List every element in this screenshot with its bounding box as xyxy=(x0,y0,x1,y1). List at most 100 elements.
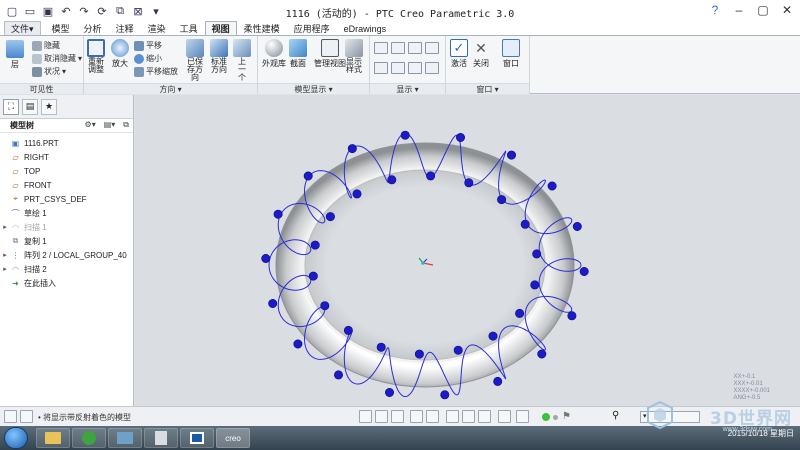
datum-point-marker[interactable] xyxy=(308,271,318,281)
tree-node[interactable]: ▱ FRONT xyxy=(0,178,133,192)
expand-arrow-icon[interactable]: ▸ xyxy=(0,251,10,259)
datum-point-marker[interactable] xyxy=(426,171,436,181)
windows-button[interactable]: 窗口 xyxy=(502,39,520,69)
datum-point-marker[interactable] xyxy=(293,339,303,349)
datum-point-marker[interactable] xyxy=(493,376,503,386)
datum-point-marker[interactable] xyxy=(497,195,507,205)
tree-node[interactable]: ⌒ 草绘 1 xyxy=(0,206,133,220)
zoom-out-small-icon[interactable] xyxy=(391,410,404,423)
datum-point-marker[interactable] xyxy=(515,308,525,318)
group-label-model-display[interactable]: 模型显示 ▾ xyxy=(258,83,369,94)
ribbon-tab[interactable]: 分析 xyxy=(77,21,109,35)
datum-point-marker[interactable] xyxy=(320,301,330,311)
zoom-fit-icon[interactable] xyxy=(359,410,372,423)
layers-button[interactable]: 层 xyxy=(6,40,24,70)
model-viewport[interactable] xyxy=(135,95,800,406)
unhide-button[interactable]: 取消隐藏 ▾ xyxy=(32,53,82,64)
datum-point-marker[interactable] xyxy=(343,325,353,335)
datum-point-marker[interactable] xyxy=(464,178,474,188)
taskbar-creo-icon[interactable]: creo xyxy=(216,428,250,448)
tree-node[interactable]: ▣ 1116.PRT xyxy=(0,136,133,150)
group-label-show[interactable]: 显示 ▾ xyxy=(370,83,445,94)
datum-point-marker[interactable] xyxy=(273,209,283,219)
tree-node[interactable]: ⧉ 复制 1 xyxy=(0,234,133,248)
datum-point-marker[interactable] xyxy=(325,212,335,222)
tree-settings-icon[interactable]: ⚙▾ xyxy=(85,120,96,130)
datum-point-marker[interactable] xyxy=(547,181,557,191)
file-menu-tab[interactable]: 文件▾ xyxy=(4,21,41,35)
datum-point-marker[interactable] xyxy=(414,349,424,359)
hide-button[interactable]: 隐藏 xyxy=(32,40,60,51)
datum-point-marker[interactable] xyxy=(268,299,278,309)
datum-point-marker[interactable] xyxy=(303,171,313,181)
plane-display-icon[interactable] xyxy=(391,42,405,54)
axis-small-icon[interactable] xyxy=(478,410,491,423)
datum-display-filter-icon[interactable] xyxy=(374,42,388,54)
axis-display-icon[interactable] xyxy=(408,42,422,54)
ribbon-tab[interactable]: 视图 xyxy=(204,21,237,35)
maximize-button[interactable]: ▢ xyxy=(756,2,770,18)
datum-point-marker[interactable] xyxy=(400,130,410,140)
message-log-icon[interactable] xyxy=(20,410,33,423)
zoom-in-button[interactable]: 放大 xyxy=(111,39,129,69)
datum-point-marker[interactable] xyxy=(530,280,540,290)
datum-point-marker[interactable] xyxy=(455,132,465,142)
tree-node[interactable]: ▸ ⋮ 阵列 2 / LOCAL_GROUP_40 xyxy=(0,248,133,262)
plane-small-icon[interactable] xyxy=(462,410,475,423)
ribbon-tab[interactable]: 注释 xyxy=(109,21,141,35)
expand-arrow-icon[interactable]: ▸ xyxy=(0,265,10,273)
taskbar-monitor-icon[interactable] xyxy=(108,428,142,448)
section-button[interactable]: 截面 xyxy=(289,39,307,69)
ribbon-tab[interactable]: 应用程序 xyxy=(287,21,337,35)
display-style-small-icon[interactable] xyxy=(426,410,439,423)
close-button[interactable]: ✕ xyxy=(780,2,794,18)
ribbon-tab[interactable]: 渲染 xyxy=(141,21,173,35)
appearance-gallery-button[interactable]: 外观库 xyxy=(262,39,286,69)
spin-center-icon[interactable] xyxy=(498,410,511,423)
activate-button[interactable]: ✓ 激活 xyxy=(450,39,468,69)
status-toggle-icon[interactable] xyxy=(4,410,17,423)
datum-point-marker[interactable] xyxy=(506,150,516,160)
pan-button[interactable]: 平移 xyxy=(134,40,162,51)
datum-point-marker[interactable] xyxy=(567,311,577,321)
ribbon-tab[interactable]: 模型 xyxy=(45,21,77,35)
refit-button[interactable]: 重新调整 xyxy=(87,39,105,74)
datum-filter-small-icon[interactable] xyxy=(446,410,459,423)
model-tree-tab[interactable]: ⛶ xyxy=(3,98,19,115)
close-view-button[interactable]: ✕ 关闭 xyxy=(472,39,490,69)
start-button[interactable] xyxy=(4,427,28,449)
point-display-icon[interactable] xyxy=(425,42,439,54)
taskbar-explorer-icon[interactable] xyxy=(36,428,70,448)
minimize-button[interactable]: – xyxy=(732,2,746,18)
taskbar-window-icon[interactable] xyxy=(180,428,214,448)
datum-point-marker[interactable] xyxy=(572,222,582,232)
datum-point-marker[interactable] xyxy=(520,219,530,229)
zoom-out-button[interactable]: 缩小 xyxy=(134,53,162,64)
tree-filter-icon[interactable]: ⧉ xyxy=(123,120,129,130)
tree-node[interactable]: ▸ ◠ 扫描 2 xyxy=(0,262,133,276)
datum-point-marker[interactable] xyxy=(347,144,357,154)
annotation-display-icon[interactable] xyxy=(516,410,529,423)
standard-orientation-button[interactable]: 标准方向 xyxy=(210,39,228,74)
datum-point-marker[interactable] xyxy=(488,331,498,341)
folder-browser-tab[interactable]: ▤ xyxy=(22,98,38,115)
datum-point-marker[interactable] xyxy=(261,254,271,264)
pan-zoom-button[interactable]: 平移缩放 xyxy=(134,66,178,77)
group-label-orientation[interactable]: 方向 ▾ xyxy=(84,83,257,94)
ribbon-tab[interactable]: eDrawings xyxy=(337,21,394,35)
datum-point-marker[interactable] xyxy=(453,345,463,355)
previous-orientation-button[interactable]: 上一个 xyxy=(233,39,251,82)
tree-node[interactable]: ➜ 在此插入 xyxy=(0,276,133,290)
torus-body[interactable] xyxy=(275,142,575,388)
manage-views-button[interactable]: 管理视图 xyxy=(314,39,346,69)
datum-point-marker[interactable] xyxy=(532,249,542,259)
saved-orientations-button[interactable]: 已保存方向 xyxy=(184,39,206,82)
ribbon-tab[interactable]: 柔性建模 xyxy=(237,21,287,35)
graphics-window[interactable]: XX+-0.1 XXX+-0.01 XXXX+-0.001 ANG+-0.5 xyxy=(135,95,800,406)
axis-tag-display-icon[interactable] xyxy=(408,62,422,74)
tree-show-icon[interactable]: ▤▾ xyxy=(104,120,116,130)
group-label-window[interactable]: 窗口 ▾ xyxy=(446,83,529,94)
display-style-button[interactable]: 显示样式 xyxy=(344,39,364,74)
tree-node[interactable]: ⌖ PRT_CSYS_DEF xyxy=(0,192,133,206)
datum-point-marker[interactable] xyxy=(334,370,344,380)
